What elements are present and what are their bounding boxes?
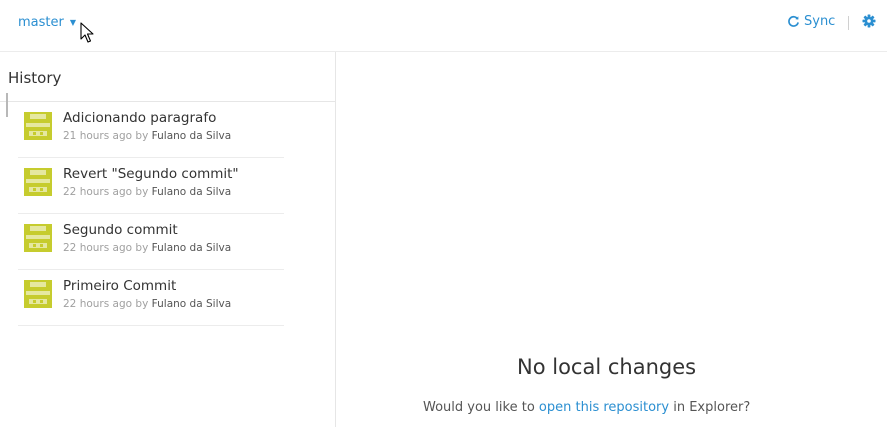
commit-item[interactable]: Adicionando paragrafo 21 hours ago by Fu… bbox=[18, 102, 284, 158]
open-repository-link[interactable]: open this repository bbox=[539, 400, 669, 415]
commit-item[interactable]: Primeiro Commit 22 hours ago by Fulano d… bbox=[18, 270, 284, 326]
commit-title: Primeiro Commit bbox=[63, 278, 177, 294]
avatar-icon bbox=[24, 224, 52, 252]
commit-author: Fulano da Silva bbox=[151, 130, 232, 142]
toolbar-divider bbox=[848, 16, 849, 30]
commit-meta: 22 hours ago by Fulano da Silva bbox=[63, 298, 231, 310]
commit-meta: 21 hours ago by Fulano da Silva bbox=[63, 130, 231, 142]
commit-item[interactable]: Segundo commit 22 hours ago by Fulano da… bbox=[18, 214, 284, 270]
settings-gear-icon[interactable] bbox=[862, 14, 876, 28]
caret-down-icon: ▼ bbox=[69, 18, 76, 27]
commit-time: 22 hours ago by bbox=[63, 298, 149, 310]
commit-meta: 22 hours ago by Fulano da Silva bbox=[63, 186, 231, 198]
prompt-suffix: in Explorer? bbox=[673, 400, 751, 415]
sync-button[interactable]: Sync bbox=[787, 14, 835, 29]
empty-state-prompt: Would you like to open this repository i… bbox=[423, 400, 750, 415]
sync-icon bbox=[787, 15, 800, 28]
scrollbar-thumb[interactable] bbox=[6, 93, 8, 117]
history-panel: History Adicionando paragrafo 21 hours a… bbox=[0, 52, 336, 427]
branch-selector[interactable]: master ▼ bbox=[18, 15, 76, 30]
branch-name: master bbox=[18, 15, 64, 30]
commit-title: Revert "Segundo commit" bbox=[63, 166, 239, 182]
history-header: History bbox=[0, 52, 336, 102]
prompt-prefix: Would you like to bbox=[423, 400, 535, 415]
toolbar: master ▼ Sync bbox=[0, 0, 887, 52]
avatar-icon bbox=[24, 280, 52, 308]
commit-time: 21 hours ago by bbox=[63, 130, 149, 142]
commit-meta: 22 hours ago by Fulano da Silva bbox=[63, 242, 231, 254]
commit-author: Fulano da Silva bbox=[151, 298, 232, 310]
commit-item[interactable]: Revert "Segundo commit" 22 hours ago by … bbox=[18, 158, 284, 214]
sync-label: Sync bbox=[804, 14, 836, 29]
avatar-icon bbox=[24, 112, 52, 140]
history-title: History bbox=[8, 69, 62, 87]
commit-title: Adicionando paragrafo bbox=[63, 110, 217, 126]
commit-author: Fulano da Silva bbox=[151, 242, 232, 254]
empty-state-title: No local changes bbox=[517, 355, 697, 379]
commit-time: 22 hours ago by bbox=[63, 242, 149, 254]
avatar-icon bbox=[24, 168, 52, 196]
commit-title: Segundo commit bbox=[63, 222, 178, 238]
commit-author: Fulano da Silva bbox=[151, 186, 232, 198]
commit-time: 22 hours ago by bbox=[63, 186, 149, 198]
mouse-cursor-icon bbox=[80, 22, 94, 43]
